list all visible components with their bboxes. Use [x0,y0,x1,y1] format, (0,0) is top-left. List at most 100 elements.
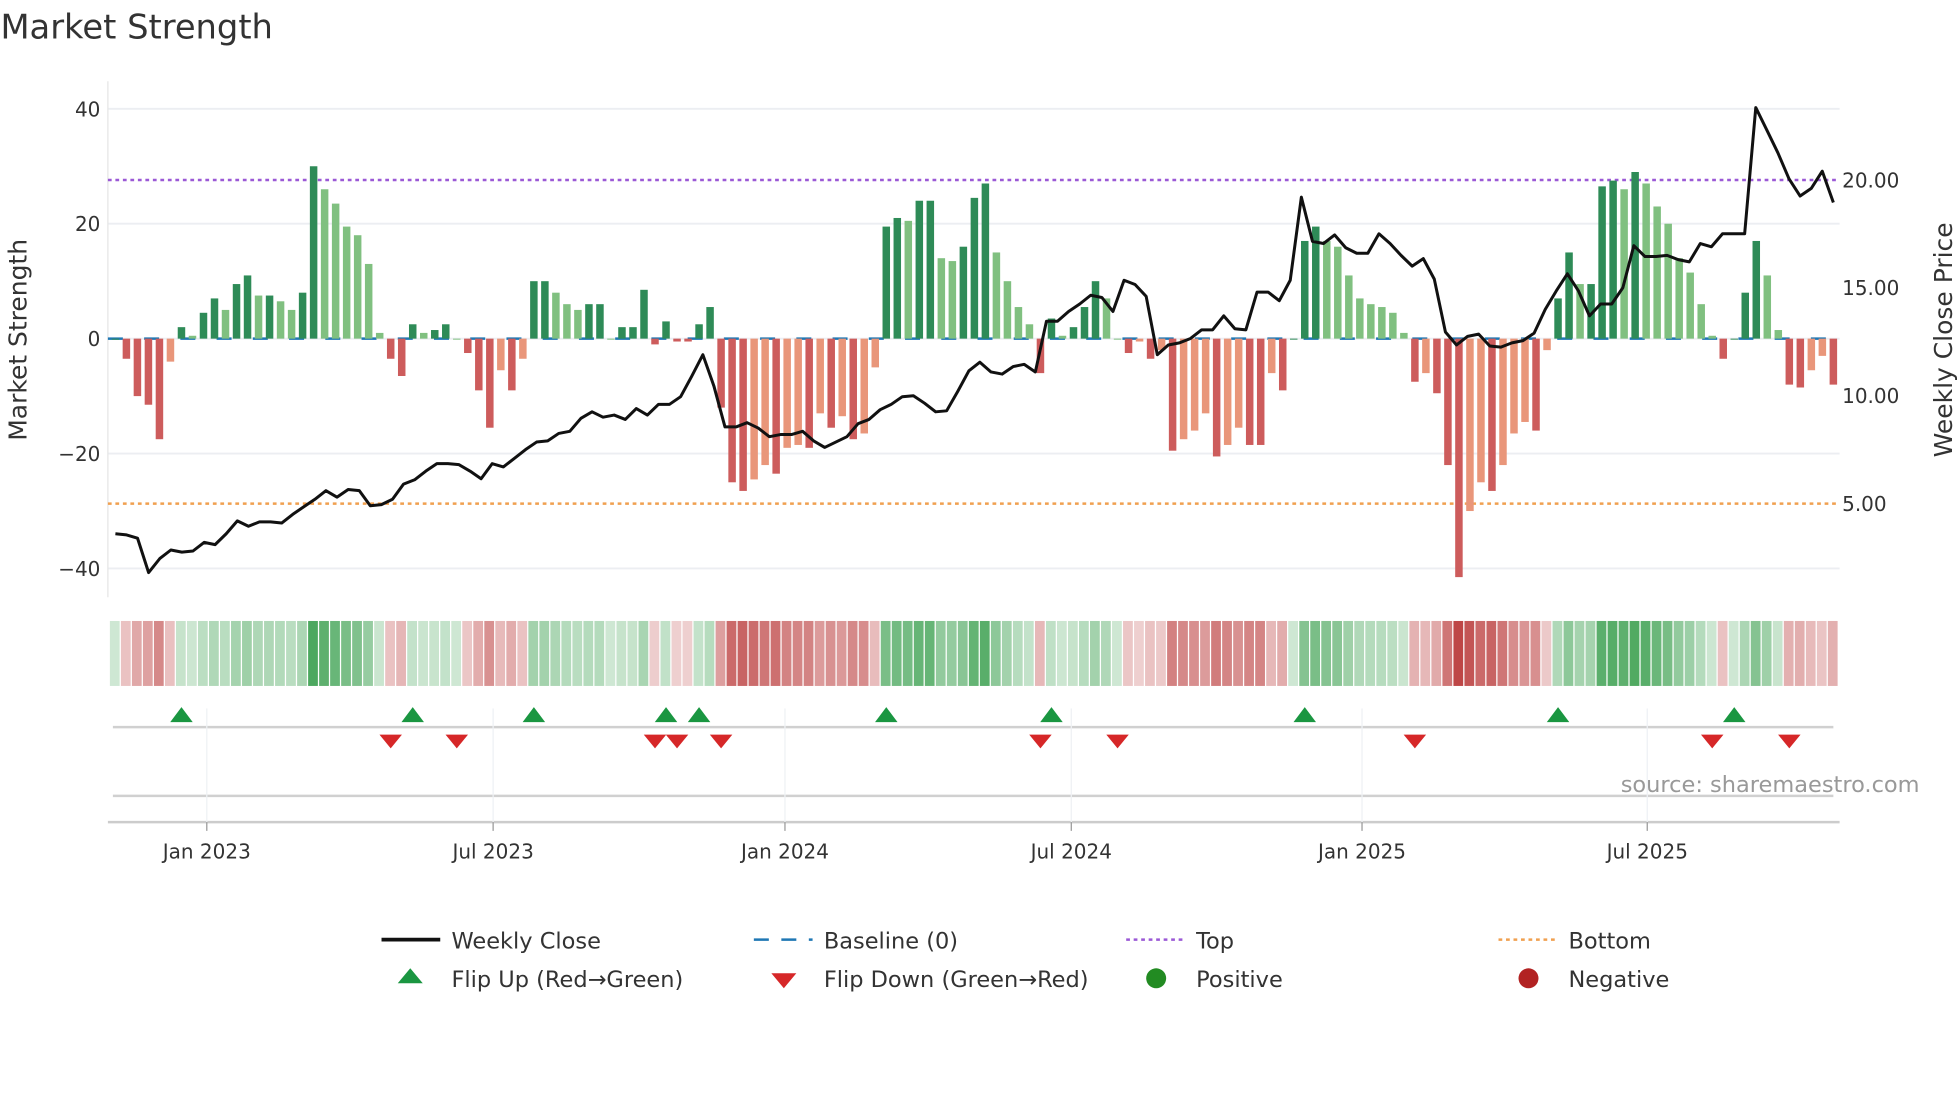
heat-cell [1475,620,1486,686]
strength-bar [232,284,241,339]
strength-bar [1466,338,1474,512]
strength-bar [497,338,505,371]
flip-up-marker [687,707,711,723]
heat-cell [561,620,572,686]
legend-flip-up-icon [397,968,423,984]
heat-cell [1827,620,1838,686]
flip-down-marker [1106,734,1129,749]
strength-bar [904,220,913,339]
strength-bar [728,338,736,483]
heat-cell [946,620,957,686]
strength-bar [1168,338,1177,451]
strength-bar [1345,275,1353,339]
heat-cell [1387,620,1398,686]
strength-bar [1367,304,1375,339]
strength-bar [364,263,373,339]
strength-bar [1565,252,1573,339]
heat-cell [473,620,484,686]
flip-down-marker [1700,734,1724,749]
strength-bar [563,304,571,339]
heat-cell [583,620,594,686]
strength-bar [805,338,813,448]
strength-bar [320,189,329,339]
strength-bar [133,338,142,397]
legend-top: Top [1195,928,1234,954]
source-note: source: sharemaestro.com [1621,772,1920,798]
x-tick-label: Jul 2023 [450,839,533,863]
heat-cell [120,620,131,686]
strength-bar [199,312,208,339]
heat-cell [109,620,120,686]
legend-negative: Negative [1568,967,1669,993]
heat-cell [1673,620,1684,686]
heat-cell [1332,620,1343,686]
strength-bar [1025,324,1034,339]
heat-cell [1056,620,1067,686]
heat-cell [1629,620,1640,686]
strength-bar [739,338,747,491]
strength-bar [188,335,197,339]
legend-flip-down: Flip Down (Green→Red) [824,967,1089,993]
legend-baseline: Baseline (0) [824,928,958,954]
strength-bar [144,338,153,405]
strength-bar [948,261,957,339]
strength-bar [1069,327,1078,339]
strength-bar [464,338,472,354]
strength-bar [1642,183,1650,339]
heat-cell [1640,620,1651,686]
heat-cell [880,620,891,686]
strength-bar [331,203,340,339]
strength-bar [882,226,891,339]
heat-cell [1211,620,1221,686]
heat-cell [1112,620,1122,686]
strength-bar [574,309,582,339]
heat-cell [1607,620,1618,686]
strength-bar [431,330,439,339]
strength-bar [508,338,516,391]
heat-cell [781,620,792,686]
heat-cell [1453,620,1464,686]
strength-bar [618,327,626,339]
heat-cell [1497,620,1508,686]
heat-cell [1464,620,1475,686]
heat-cell [231,620,241,686]
strength-bar [640,289,648,339]
strength-bar [1455,338,1463,578]
flip-up-marker [170,707,193,723]
strength-bar [827,338,835,428]
heat-cell [1222,620,1232,686]
heat-cell [1409,620,1420,686]
heat-cell [1486,620,1497,686]
heat-cell [297,620,307,686]
heat-cell [352,620,362,686]
strength-bar [453,338,461,340]
legend-flip-up: Flip Up (Red→Green) [451,967,683,993]
strength-bar [243,275,252,339]
heat-cell [1585,620,1596,686]
strength-bar [111,338,120,340]
flip-markers [112,707,1834,798]
strength-bar [1422,338,1430,374]
heat-cell [869,620,880,686]
strength-bar [1719,338,1727,359]
heat-cell [891,620,902,686]
heat-cell [1023,620,1034,686]
heat-cell [1739,620,1750,686]
flip-up-marker [875,707,898,723]
heat-cell [1244,620,1254,686]
strength-bar [871,338,880,368]
x-tick-label: Jan 2023 [161,839,251,863]
heat-cell [164,620,175,686]
strength-bar [1190,338,1199,431]
strength-bar [1664,223,1672,339]
strength-bar [177,327,186,339]
heat-cell [638,620,649,686]
strength-bar [1179,338,1188,440]
heat-cell [627,620,638,686]
heat-cell [220,620,230,686]
strength-bar [475,338,483,391]
strength-bar [298,292,307,339]
strength-bar [1411,338,1419,382]
heat-cell [682,620,693,686]
heat-cell [858,620,869,686]
